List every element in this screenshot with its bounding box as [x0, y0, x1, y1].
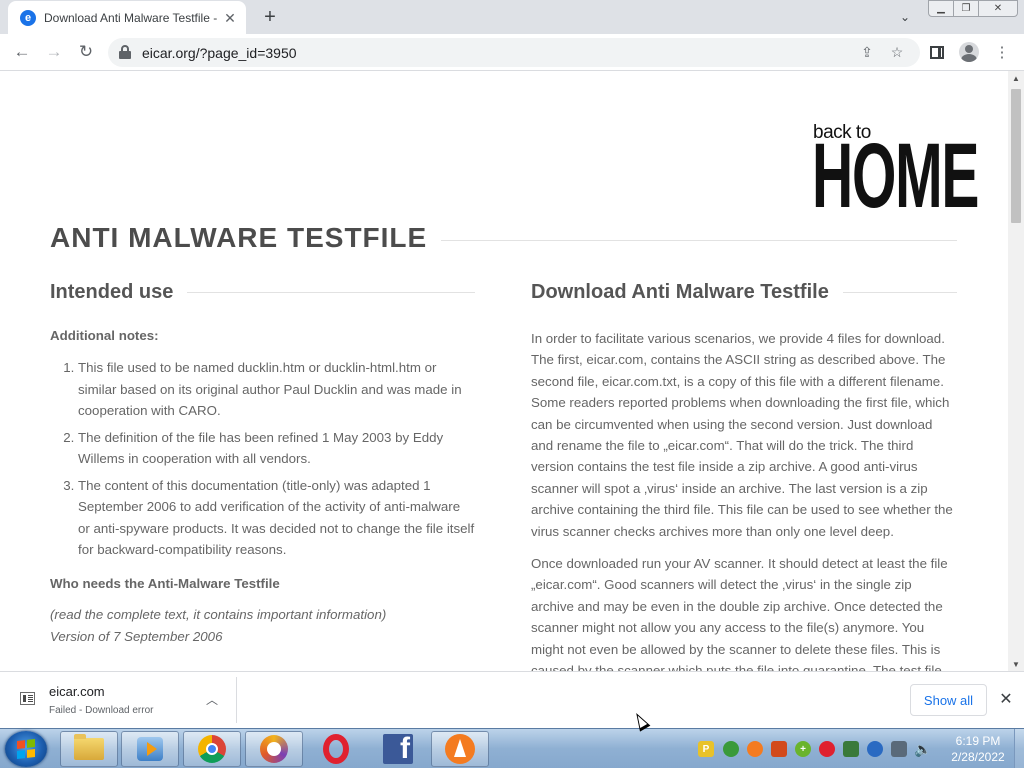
- tray-app-icon[interactable]: [843, 741, 859, 757]
- left-column: Intended use Additional notes: This file…: [50, 279, 475, 648]
- page-title: ANTI MALWARE TESTFILE: [50, 222, 428, 253]
- tray-app-icon[interactable]: +: [795, 741, 811, 757]
- tab-close-icon[interactable]: ✕: [222, 10, 238, 26]
- menu-kebab-icon[interactable]: ⋮: [991, 41, 1013, 63]
- tray-opera-icon[interactable]: [819, 741, 835, 757]
- window-minimize-button[interactable]: ▁: [928, 0, 954, 17]
- lock-icon[interactable]: [119, 45, 131, 59]
- network-icon[interactable]: [891, 741, 907, 757]
- scroll-up-arrow-icon[interactable]: ▲: [1008, 71, 1024, 85]
- tab-strip: e Download Anti Malware Testfile - ✕ + ⌄…: [0, 0, 1024, 34]
- list-item: The definition of the file has been refi…: [78, 427, 475, 470]
- windows-taskbar: f P + 🔈 6:19 PM 2/28/2022: [0, 728, 1024, 768]
- new-tab-button[interactable]: +: [258, 6, 282, 28]
- read-complete-text-link[interactable]: (read the complete text, it contains imp…: [50, 604, 475, 626]
- system-tray: P + 🔈 6:19 PM 2/28/2022: [690, 729, 1024, 768]
- right-column: Download Anti Malware Testfile In order …: [531, 279, 957, 671]
- taskbar-opera[interactable]: [307, 731, 365, 767]
- opera-icon: [323, 734, 349, 764]
- forward-arrow-icon[interactable]: →: [42, 40, 66, 64]
- heading-divider: [842, 292, 957, 293]
- avast-icon: [445, 734, 475, 764]
- chrome-icon: [198, 735, 226, 763]
- volume-icon[interactable]: 🔈: [914, 741, 931, 757]
- show-all-button[interactable]: Show all: [910, 684, 987, 716]
- window-restore-button[interactable]: ❐: [953, 0, 979, 17]
- share-icon[interactable]: ⇪: [858, 43, 876, 61]
- file-explorer-icon: [74, 734, 104, 760]
- tray-app-icon[interactable]: [723, 741, 739, 757]
- clock-date[interactable]: 2/28/2022: [945, 750, 1011, 764]
- scroll-thumb[interactable]: [1011, 89, 1021, 223]
- eicar-favicon-icon: e: [20, 9, 36, 26]
- taskbar-avast[interactable]: [431, 731, 489, 767]
- tray-app-icon[interactable]: P: [698, 741, 714, 757]
- taskbar-chrome[interactable]: [183, 731, 241, 767]
- windows-logo-icon: [17, 739, 35, 759]
- url-text[interactable]: eicar.org/?page_id=3950: [142, 45, 297, 61]
- version-text: Version of 7 September 2006: [50, 628, 223, 644]
- tray-app-icon[interactable]: [867, 741, 883, 757]
- tray-avast-icon[interactable]: [747, 741, 763, 757]
- intended-use-section: Intended use: [50, 279, 475, 306]
- download-paragraph-1: In order to facilitate various scenarios…: [531, 331, 953, 539]
- page-scrollbar[interactable]: ▲ ▼: [1008, 71, 1024, 671]
- download-paragraph-2: Once downloaded run your AV scanner. It …: [531, 556, 948, 671]
- side-panel-icon: [930, 45, 944, 59]
- close-downloads-icon[interactable]: ✕: [997, 690, 1015, 708]
- heading-divider: [187, 292, 475, 293]
- start-button[interactable]: [5, 731, 47, 767]
- chevron-up-icon[interactable]: ︿: [204, 691, 220, 707]
- file-icon: [20, 692, 35, 705]
- download-section: Download Anti Malware Testfile: [531, 279, 957, 306]
- notes-list: This file used to be named ducklin.htm o…: [50, 357, 475, 561]
- address-bar[interactable]: eicar.org/?page_id=3950 ⇪ ☆: [108, 38, 920, 67]
- facebook-icon: f: [383, 734, 413, 764]
- side-panel-button[interactable]: [926, 41, 948, 63]
- taskbar-circle-app[interactable]: [245, 731, 303, 767]
- title-divider: [441, 240, 957, 241]
- taskbar-media-player[interactable]: [121, 731, 179, 767]
- window-close-button[interactable]: ✕: [978, 0, 1018, 17]
- scroll-down-arrow-icon[interactable]: ▼: [1008, 657, 1024, 671]
- browser-tab[interactable]: e Download Anti Malware Testfile - ✕: [8, 1, 246, 34]
- media-player-icon: [137, 737, 163, 761]
- tab-search-chevron-icon[interactable]: ⌄: [896, 8, 914, 26]
- who-needs-heading: Who needs the Anti-Malware Testfile: [50, 575, 280, 591]
- browser-toolbar: ← → ↻ eicar.org/?page_id=3950 ⇪ ☆ ⋮: [0, 34, 1024, 71]
- download-status: Failed - Download error: [49, 705, 154, 716]
- download-divider: [236, 677, 237, 723]
- profile-button[interactable]: [958, 41, 980, 63]
- logo-big-text: HOME: [812, 125, 979, 227]
- taskbar-facebook[interactable]: f: [369, 731, 427, 767]
- page-viewport: back to HOME ANTI MALWARE TESTFILE Inten…: [0, 71, 1008, 671]
- intended-use-heading: Intended use: [50, 281, 174, 303]
- profile-avatar-icon: [959, 42, 979, 62]
- reload-icon[interactable]: ↻: [74, 40, 98, 64]
- list-item: This file used to be named ducklin.htm o…: [78, 357, 475, 422]
- back-arrow-icon[interactable]: ←: [10, 40, 34, 64]
- download-filename[interactable]: eicar.com: [49, 684, 105, 699]
- downloads-bar: eicar.com Failed - Download error ︿ Show…: [0, 671, 1024, 728]
- tab-title: Download Anti Malware Testfile -: [44, 10, 218, 25]
- screen: e Download Anti Malware Testfile - ✕ + ⌄…: [0, 0, 1024, 768]
- show-desktop-button[interactable]: [1014, 729, 1024, 768]
- taskbar-file-explorer[interactable]: [60, 731, 118, 767]
- back-to-home-logo[interactable]: back to HOME: [812, 122, 979, 222]
- circle-app-icon: [260, 735, 288, 763]
- download-heading: Download Anti Malware Testfile: [531, 281, 829, 303]
- additional-notes-label: Additional notes:: [50, 328, 159, 343]
- tray-app-icon[interactable]: [771, 741, 787, 757]
- clock-time[interactable]: 6:19 PM: [948, 734, 1008, 748]
- bookmark-star-icon[interactable]: ☆: [888, 43, 906, 61]
- list-item: The content of this documentation (title…: [78, 475, 475, 561]
